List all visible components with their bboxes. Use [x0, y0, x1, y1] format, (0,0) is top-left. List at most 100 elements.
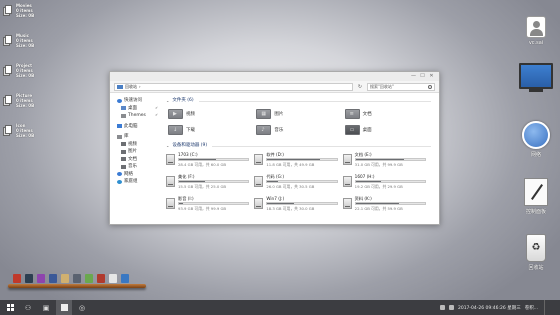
- volume-icon[interactable]: [448, 305, 454, 310]
- drive-free-space: 18.3 GB 可用，共 30.0 GB: [266, 206, 315, 211]
- network-shortcut[interactable]: 网络: [512, 121, 560, 158]
- folder-item[interactable]: ▦ 图片: [254, 108, 342, 120]
- chevron-up-icon[interactable]: [439, 305, 445, 310]
- taskbar-app-button[interactable]: ◎: [74, 300, 90, 315]
- fence-widget[interactable]: Movies 0 items Size: 0B: [3, 3, 63, 30]
- search-input[interactable]: 搜索"回收站": [367, 82, 435, 91]
- drive-item[interactable]: 文档 (E:) 31.0 GB 可用，共 99.9 GB: [342, 152, 431, 171]
- drive-name: 1607 (H:): [354, 174, 375, 179]
- drive-name: 文档 (E:): [354, 152, 372, 157]
- close-icon[interactable]: ✕: [427, 72, 436, 81]
- dock-app-icon[interactable]: [61, 274, 69, 283]
- clock[interactable]: 2017-04-26 09:46:26 星期三: [458, 305, 521, 311]
- drive-usage-fill: [267, 159, 321, 160]
- dock-app-icon[interactable]: [109, 274, 117, 283]
- drive-info: 资料 (K:) 22.1 GB 可用，共 59.9 GB: [354, 196, 431, 215]
- folder-item[interactable]: ▶ 视频: [166, 108, 254, 120]
- folder-item[interactable]: ♪ 音乐: [254, 124, 342, 136]
- drive-item[interactable]: 影音 (I:) 93.9 GB 可用，共 99.9 GB: [166, 196, 254, 215]
- drive-usage-bar: [266, 202, 338, 205]
- control-panel-icon: [524, 178, 548, 206]
- fence-widget[interactable]: Picture 0 items Size: 0B: [3, 93, 63, 120]
- cortana-icon[interactable]: ⚇: [20, 300, 36, 315]
- nav-themes[interactable]: Themes ✔: [117, 112, 162, 120]
- dock-app-icon[interactable]: [13, 274, 21, 283]
- drive-item[interactable]: Win7 (J:) 18.3 GB 可用，共 30.0 GB: [254, 196, 342, 215]
- chevron-right-icon: ›: [139, 83, 141, 89]
- drive-info: 1703 (C:) 28.4 GB 可用，共 60.0 GB: [178, 152, 254, 171]
- dock-app-icon[interactable]: [85, 274, 93, 283]
- dock-app-icon[interactable]: [97, 274, 105, 283]
- drive-item[interactable]: 代码 (G:) 26.0 GB 可用，共 30.5 GB: [254, 174, 342, 193]
- drive-item[interactable]: 软件 (D:) 11.8 GB 可用，共 49.9 GB: [254, 152, 342, 171]
- folder-item[interactable]: ▭ 桌面: [343, 124, 431, 136]
- divider: [212, 145, 431, 147]
- folders-group-header[interactable]: ⌄ 文件夹 (6): [166, 97, 431, 105]
- fence-widget[interactable]: Music 0 items Size: 0B: [3, 33, 63, 60]
- fence-widget[interactable]: Icon 0 items Size: 0B: [3, 123, 63, 150]
- minimize-icon[interactable]: —: [409, 72, 418, 81]
- start-button[interactable]: [2, 300, 18, 315]
- drive-item[interactable]: 资料 (K:) 22.1 GB 可用，共 59.9 GB: [342, 196, 431, 215]
- nav-videos[interactable]: 视频: [117, 141, 162, 149]
- taskbar-explorer-button[interactable]: [56, 300, 72, 315]
- hard-drive-icon: [342, 154, 352, 165]
- drive-info: Win7 (J:) 18.3 GB 可用，共 30.0 GB: [266, 196, 342, 215]
- drive-item[interactable]: 美化 (F:) 15.5 GB 可用，共 25.0 GB: [166, 174, 254, 193]
- dock-app-icon[interactable]: [49, 274, 57, 283]
- film-icon: [121, 142, 126, 147]
- title-bar[interactable]: — ☐ ✕: [110, 72, 439, 81]
- control-panel-shortcut[interactable]: 控制面板: [512, 178, 560, 215]
- maximize-icon[interactable]: ☐: [418, 72, 427, 81]
- nav-network[interactable]: 网络: [117, 171, 162, 179]
- content-pane: ⌄ 文件夹 (6) ▶ 视频 ▦ 图片 ≡ 文档 ↓ 下载 ♪ 音乐 ▭ 桌面 ⌄ 设备和驱动器 (9…: [162, 93, 439, 225]
- drive-info: 美化 (F:) 15.5 GB 可用，共 25.0 GB: [178, 174, 254, 193]
- hard-drive-icon: [254, 176, 264, 187]
- hard-drive-icon: [342, 176, 352, 187]
- dock-app-icon[interactable]: [37, 274, 45, 283]
- drives-group-header[interactable]: ⌄ 设备和驱动器 (9): [166, 142, 431, 150]
- address-field[interactable]: 回收站 ›: [114, 82, 353, 91]
- recycle-bin-shortcut[interactable]: ♻ 回收站: [512, 234, 560, 271]
- drive-name: 1703 (C:): [178, 152, 198, 157]
- drive-usage-bar: [354, 202, 426, 205]
- show-desktop-button[interactable]: [544, 300, 554, 315]
- drive-usage-fill: [179, 203, 184, 204]
- nav-desktop[interactable]: 桌面 ✔: [117, 105, 162, 113]
- globe-icon: [522, 121, 550, 149]
- nav-quick-access[interactable]: 快速访问: [117, 97, 162, 105]
- homegroup-icon: [117, 179, 122, 184]
- refresh-icon[interactable]: ↻: [356, 84, 364, 90]
- nav-this-pc[interactable]: 此电脑: [117, 123, 162, 131]
- tray-text[interactable]: 卷积...: [525, 305, 538, 311]
- explorer-app-icon: [60, 304, 68, 311]
- fence-widget[interactable]: Project 0 items Size: 0B: [3, 63, 63, 90]
- system-tray: 2017-04-26 09:46:26 星期三 卷积...: [439, 300, 560, 315]
- folder-item[interactable]: ↓ 下载: [166, 124, 254, 136]
- dock-app-icon[interactable]: [121, 274, 129, 283]
- folder-item[interactable]: ≡ 文档: [343, 108, 431, 120]
- this-pc-shortcut[interactable]: [512, 63, 560, 92]
- dock-app-icon[interactable]: [73, 274, 81, 283]
- dock-app-icon[interactable]: [25, 274, 33, 283]
- nav-music[interactable]: 音乐: [117, 163, 162, 171]
- nav-label: 此电脑: [124, 123, 138, 129]
- user-account-shortcut[interactable]: vc.sai: [512, 16, 560, 46]
- fence-widget-text: Picture 0 items Size: 0B: [16, 93, 34, 108]
- monitor-icon: [519, 63, 553, 89]
- wooden-shelf: [8, 284, 146, 288]
- drive-item[interactable]: 1607 (H:) 19.2 GB 可用，共 29.9 GB: [342, 174, 431, 193]
- nav-homegroup[interactable]: 家庭组: [117, 178, 162, 186]
- folders-grid: ▶ 视频 ▦ 图片 ≡ 文档 ↓ 下载 ♪ 音乐 ▭ 桌面: [166, 105, 431, 142]
- document-icon: [121, 157, 126, 162]
- fence-widget-text: Music 0 items Size: 0B: [16, 33, 34, 48]
- nav-pictures[interactable]: 图片: [117, 148, 162, 156]
- fence-widget-text: Movies 0 items Size: 0B: [16, 3, 34, 18]
- task-view-icon[interactable]: ▣: [38, 300, 54, 315]
- nav-library[interactable]: 库: [117, 133, 162, 141]
- drive-usage-bar: [266, 158, 338, 161]
- drive-item[interactable]: 1703 (C:) 28.4 GB 可用，共 60.0 GB: [166, 152, 254, 171]
- nav-label: 文档: [128, 156, 137, 162]
- folder-label: 下载: [186, 128, 195, 133]
- nav-documents[interactable]: 文档: [117, 156, 162, 164]
